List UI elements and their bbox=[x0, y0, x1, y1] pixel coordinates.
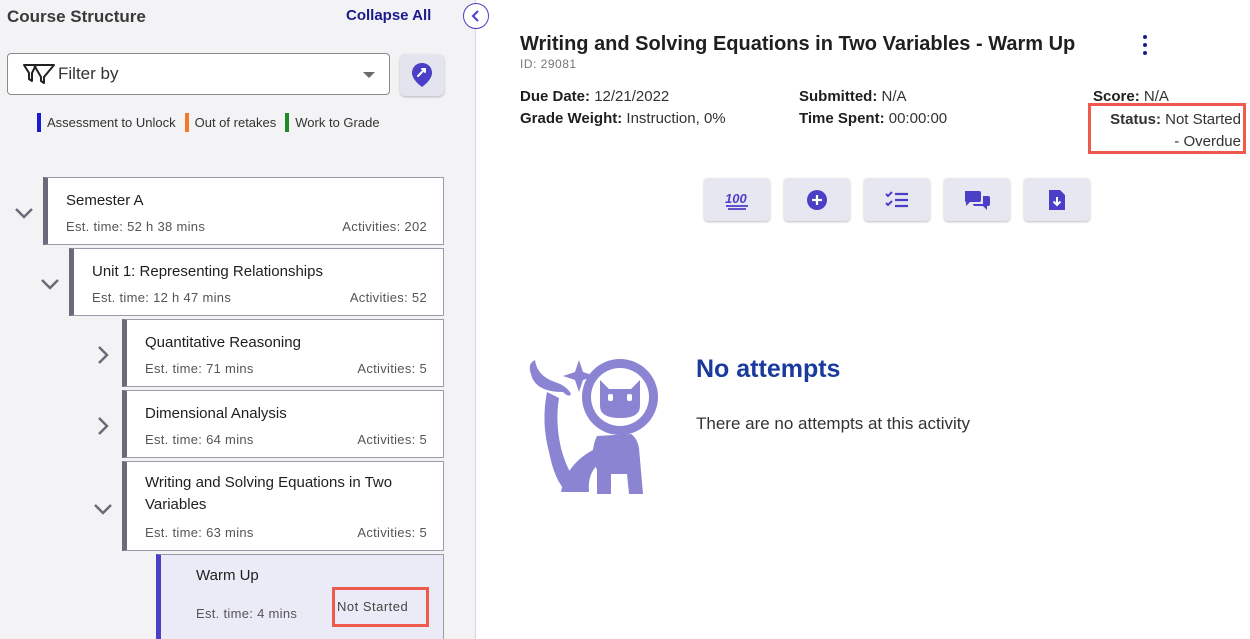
node-activities: Activities: 5 bbox=[357, 361, 427, 376]
chevron-left-icon bbox=[471, 10, 479, 22]
submitted: Submitted: N/A bbox=[799, 88, 907, 105]
legend-color-bar bbox=[285, 113, 290, 132]
due-date-value: 12/21/2022 bbox=[594, 88, 670, 105]
legend-item-grade: Work to Grade bbox=[285, 113, 380, 132]
more-options-icon[interactable] bbox=[1141, 35, 1149, 55]
filter-dropdown[interactable]: Filter by bbox=[7, 53, 390, 95]
chevron-down-icon[interactable] bbox=[38, 272, 62, 296]
node-activities: Activities: 5 bbox=[357, 432, 427, 447]
course-structure-panel: Course Structure Collapse All Filter by … bbox=[0, 0, 476, 639]
svg-text:100: 100 bbox=[725, 191, 747, 206]
tree-node-unit[interactable]: Unit 1: Representing Relationships Est. … bbox=[69, 248, 444, 316]
empty-state-description: There are no attempts at this activity bbox=[696, 414, 971, 433]
grade-weight-label: Grade Weight: bbox=[520, 110, 623, 127]
node-est-time: Est. time: 63 mins bbox=[145, 525, 254, 540]
grade-weight: Grade Weight: Instruction, 0% bbox=[520, 110, 726, 127]
comments-button[interactable] bbox=[944, 178, 1010, 221]
checklist-icon bbox=[885, 190, 908, 207]
app: Course Structure Collapse All Filter by … bbox=[0, 0, 1250, 639]
empty-state-title: No attempts bbox=[696, 355, 841, 383]
grade-button[interactable]: 100 bbox=[704, 178, 770, 221]
checklist-button[interactable] bbox=[864, 178, 930, 221]
add-button[interactable] bbox=[784, 178, 850, 221]
activity-detail-panel: Writing and Solving Equations in Two Var… bbox=[477, 0, 1250, 639]
collapse-panel-button[interactable] bbox=[463, 3, 489, 29]
course-structure-title: Course Structure bbox=[7, 7, 146, 26]
collapse-all-button[interactable]: Collapse All bbox=[346, 7, 431, 24]
node-title: Quantitative Reasoning bbox=[145, 334, 301, 351]
node-activities: Activities: 52 bbox=[349, 290, 427, 305]
legend-item-assessment: Assessment to Unlock bbox=[37, 113, 176, 132]
submitted-value: N/A bbox=[881, 88, 907, 105]
node-est-time: Est. time: 12 h 47 mins bbox=[92, 290, 232, 305]
node-activities: Activities: 5 bbox=[357, 525, 427, 540]
due-date-label: Due Date: bbox=[520, 88, 591, 105]
submitted-label: Submitted: bbox=[799, 88, 878, 105]
hundred-points-icon: 100 bbox=[725, 191, 748, 210]
chevron-right-icon[interactable] bbox=[91, 343, 115, 367]
activity-toolbar: 100 bbox=[704, 178, 1104, 221]
tree-node-lesson[interactable]: Dimensional Analysis Est. time: 64 mins … bbox=[122, 390, 444, 458]
filter-label: Filter by bbox=[58, 64, 119, 83]
legend-color-bar bbox=[37, 113, 41, 132]
tree-node-lesson[interactable]: Quantitative Reasoning Est. time: 71 min… bbox=[122, 319, 444, 387]
chevron-down-icon[interactable] bbox=[12, 201, 36, 225]
node-est-time: Est. time: 4 mins bbox=[196, 606, 298, 621]
node-title: Dimensional Analysis bbox=[145, 405, 287, 422]
activity-id: ID: 29081 bbox=[520, 57, 577, 71]
filter-icon bbox=[22, 63, 56, 85]
legend-item-retakes: Out of retakes bbox=[184, 113, 277, 132]
node-est-time: Est. time: 64 mins bbox=[145, 432, 254, 447]
location-pin-icon bbox=[412, 63, 432, 87]
locate-pin-button[interactable] bbox=[400, 54, 444, 96]
node-title: Semester A bbox=[66, 192, 144, 209]
legend-label: Work to Grade bbox=[295, 115, 380, 130]
file-download-icon bbox=[1049, 189, 1065, 210]
chevron-down-icon bbox=[363, 72, 375, 78]
status-highlight-box bbox=[1088, 103, 1246, 154]
due-date: Due Date: 12/21/2022 bbox=[520, 88, 669, 105]
node-activities: Activities: 202 bbox=[342, 219, 427, 234]
legend-label: Out of retakes bbox=[194, 115, 277, 130]
node-est-time: Est. time: 52 h 38 mins bbox=[66, 219, 206, 234]
add-circle-icon bbox=[807, 189, 827, 210]
node-title: Warm Up bbox=[196, 567, 259, 584]
activity-title: Writing and Solving Equations in Two Var… bbox=[520, 33, 1076, 55]
legend-label: Assessment to Unlock bbox=[47, 115, 176, 130]
tree-node-lesson[interactable]: Writing and Solving Equations in Two Var… bbox=[122, 461, 444, 551]
cat-astronaut-icon bbox=[527, 352, 662, 502]
chevron-down-icon[interactable] bbox=[91, 497, 115, 521]
legend: Assessment to Unlock Out of retakes Work… bbox=[37, 113, 389, 132]
node-est-time: Est. time: 71 mins bbox=[145, 361, 254, 376]
time-spent-value: 00:00:00 bbox=[888, 110, 948, 127]
chevron-right-icon[interactable] bbox=[91, 414, 115, 438]
status-badge: Not Started bbox=[337, 599, 409, 614]
download-button[interactable] bbox=[1024, 178, 1090, 221]
legend-color-bar bbox=[184, 113, 189, 132]
time-spent: Time Spent: 00:00:00 bbox=[799, 110, 947, 127]
time-spent-label: Time Spent: bbox=[799, 110, 885, 127]
tree-node-semester[interactable]: Semester A Est. time: 52 h 38 mins Activ… bbox=[43, 177, 444, 245]
node-title: Unit 1: Representing Relationships bbox=[92, 263, 323, 280]
node-title: Writing and Solving Equations in Two Var… bbox=[145, 474, 393, 513]
chat-icon bbox=[965, 190, 990, 210]
grade-weight-value: Instruction, 0% bbox=[626, 110, 726, 127]
